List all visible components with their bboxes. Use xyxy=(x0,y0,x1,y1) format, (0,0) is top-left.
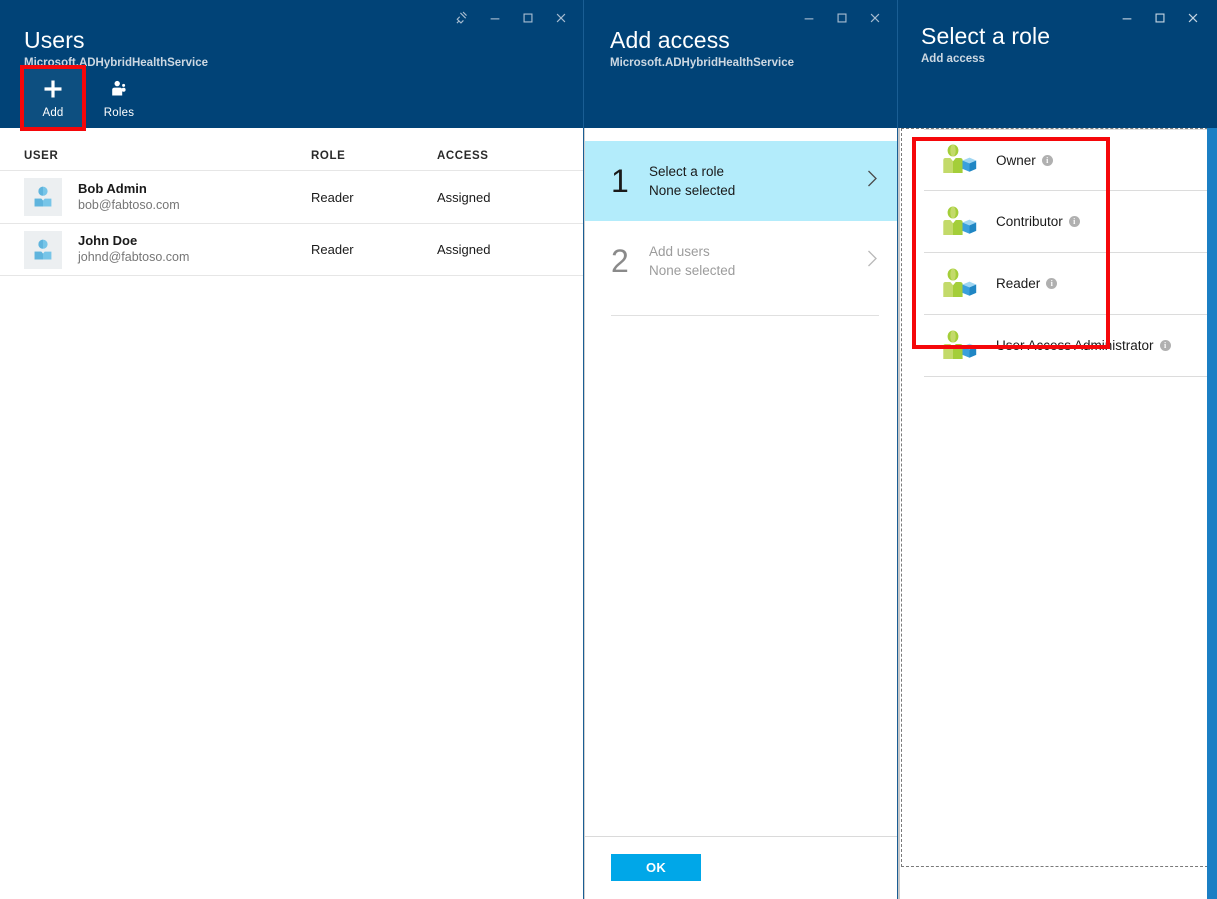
step-divider xyxy=(611,315,879,316)
add-access-footer: OK xyxy=(585,836,898,899)
step-text: Select a role None selected xyxy=(649,162,861,200)
user-identity: John Doe johnd@fabtoso.com xyxy=(78,233,189,266)
blade-left-rule xyxy=(898,128,900,899)
minimize-icon[interactable] xyxy=(792,6,825,30)
step-subtitle: None selected xyxy=(649,183,736,198)
ok-button[interactable]: OK xyxy=(611,854,701,881)
people-icon xyxy=(108,75,130,103)
select-role-body: Owner i Contributor i Reader i User Acce… xyxy=(901,128,1208,867)
role-user-cube-icon xyxy=(940,267,978,301)
role-item-user-access-administrator[interactable]: User Access Administrator i xyxy=(924,315,1207,377)
maximize-icon[interactable] xyxy=(825,6,858,30)
user-access: Assigned xyxy=(437,189,491,205)
table-row[interactable]: John Doe johnd@fabtoso.com Reader Assign… xyxy=(0,223,583,276)
add-access-body: 1 Select a role None selected 2 Add user… xyxy=(584,128,898,899)
info-icon[interactable]: i xyxy=(1159,340,1171,351)
chevron-right-icon xyxy=(861,170,883,192)
roles-button-label: Roles xyxy=(103,107,135,119)
page-title: Users xyxy=(24,27,85,53)
step-add-users[interactable]: 2 Add users None selected xyxy=(585,221,897,301)
user-role: Reader xyxy=(311,242,354,257)
users-window-controls xyxy=(445,6,577,30)
step-subtitle: None selected xyxy=(649,263,736,278)
add-button[interactable]: Add xyxy=(20,66,86,128)
step-number: 2 xyxy=(611,243,629,279)
select-role-blade-header: Select a role Add access xyxy=(898,0,1217,128)
user-access: Assigned xyxy=(437,242,491,257)
maximize-icon[interactable] xyxy=(511,6,544,30)
info-icon[interactable]: i xyxy=(1068,216,1080,227)
user-cell: John Doe johnd@fabtoso.com xyxy=(24,230,311,269)
info-icon[interactable]: i xyxy=(1041,154,1053,166)
role-name: Contributor xyxy=(996,214,1063,229)
role-label: User Access Administrator i xyxy=(996,338,1171,353)
step-text: Add users None selected xyxy=(649,242,861,280)
column-header-user: USER xyxy=(24,150,59,162)
user-avatar-icon xyxy=(24,230,62,269)
role-name: User Access Administrator xyxy=(996,338,1154,353)
table-row[interactable]: Bob Admin bob@fabtoso.com Reader Assigne… xyxy=(0,170,583,223)
role-user-cube-icon xyxy=(940,143,978,177)
blade-select-a-role: Select a role Add access Owner i Contrib… xyxy=(897,0,1217,899)
chevron-right-icon xyxy=(861,250,883,272)
add-access-title: Add access xyxy=(610,27,730,53)
close-icon[interactable] xyxy=(858,6,891,30)
close-icon[interactable] xyxy=(544,6,577,30)
role-item-reader[interactable]: Reader i xyxy=(924,253,1207,315)
step-number: 1 xyxy=(611,163,629,199)
role-item-owner[interactable]: Owner i xyxy=(924,129,1207,191)
minimize-icon[interactable] xyxy=(478,6,511,30)
user-email: johnd@fabtoso.com xyxy=(78,250,190,264)
role-item-contributor[interactable]: Contributor i xyxy=(924,191,1207,253)
blade-users: Users Microsoft.ADHybridHealthService Ad… xyxy=(0,0,583,899)
add-button-label: Add xyxy=(42,107,64,119)
step-title: Add users xyxy=(649,244,710,259)
step-select-a-role[interactable]: 1 Select a role None selected xyxy=(585,141,897,221)
close-icon[interactable] xyxy=(1176,6,1209,30)
add-access-subtitle: Microsoft.ADHybridHealthService xyxy=(610,57,795,69)
role-label: Owner i xyxy=(996,153,1053,168)
plus-icon xyxy=(42,75,64,103)
role-label: Contributor i xyxy=(996,214,1080,229)
table-header-row: USER ROLE ACCESS xyxy=(0,128,583,170)
user-cell: Bob Admin bob@fabtoso.com xyxy=(24,178,311,216)
app-root: Users Microsoft.ADHybridHealthService Ad… xyxy=(0,0,1217,899)
select-role-subtitle: Add access xyxy=(921,53,985,65)
blade-right-rail[interactable] xyxy=(1207,128,1217,899)
user-name: John Doe xyxy=(78,233,138,248)
column-header-access: ACCESS xyxy=(437,150,489,162)
role-user-cube-icon xyxy=(940,205,978,239)
blade-add-access: Add access Microsoft.ADHybridHealthServi… xyxy=(583,0,898,899)
add-access-window-controls xyxy=(792,6,891,30)
user-role: Reader xyxy=(311,189,354,205)
role-list: Owner i Contributor i Reader i User Acce… xyxy=(902,129,1207,377)
role-name: Reader xyxy=(996,276,1041,291)
user-name: Bob Admin xyxy=(78,180,147,196)
info-icon[interactable]: i xyxy=(1046,278,1058,289)
pin-icon[interactable] xyxy=(445,6,478,30)
roles-button[interactable]: Roles xyxy=(86,66,152,128)
role-label: Reader i xyxy=(996,276,1058,291)
role-name: Owner xyxy=(996,152,1036,168)
column-header-role: ROLE xyxy=(311,150,346,162)
maximize-icon[interactable] xyxy=(1143,6,1176,30)
users-command-bar: Add Roles xyxy=(20,66,152,128)
select-role-window-controls xyxy=(1110,6,1209,30)
add-access-blade-header: Add access Microsoft.ADHybridHealthServi… xyxy=(584,0,897,128)
minimize-icon[interactable] xyxy=(1110,6,1143,30)
user-email: bob@fabtoso.com xyxy=(78,197,180,212)
user-identity: Bob Admin bob@fabtoso.com xyxy=(78,181,180,214)
user-avatar-icon xyxy=(24,178,62,216)
users-table: USER ROLE ACCESS Bob Admin bob@fabtoso.c… xyxy=(0,128,583,276)
role-user-cube-icon xyxy=(940,329,978,363)
step-title: Select a role xyxy=(649,164,725,179)
